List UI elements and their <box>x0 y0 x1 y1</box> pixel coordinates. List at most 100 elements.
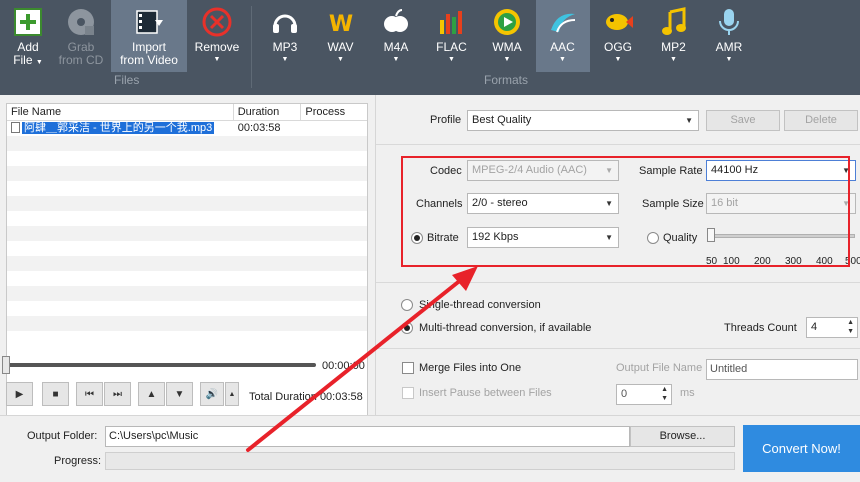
format-wma-button[interactable]: WMA ▼ <box>480 0 534 72</box>
wma-play-icon <box>494 9 520 35</box>
table-row[interactable] <box>7 136 367 151</box>
move-up-button[interactable]: ▲ <box>138 382 165 406</box>
table-row[interactable] <box>7 151 367 166</box>
column-duration[interactable]: Duration <box>234 104 302 120</box>
add-file-button[interactable]: Add File ▼ <box>6 0 50 72</box>
format-label: WAV <box>327 40 354 54</box>
stop-button[interactable]: ■ <box>42 382 69 406</box>
table-row[interactable] <box>7 271 367 286</box>
insert-pause-checkbox[interactable] <box>402 387 414 399</box>
table-row[interactable] <box>7 166 367 181</box>
speaker-icon: 🔊 <box>205 388 219 400</box>
merge-files-label: Merge Files into One <box>419 362 522 374</box>
format-mp2-button[interactable]: MP2 ▼ <box>647 0 701 72</box>
convert-now-button[interactable]: Convert Now! <box>743 425 860 472</box>
merge-files-checkbox[interactable] <box>402 362 414 374</box>
chevron-down-icon: ▼ <box>392 56 400 63</box>
format-aac-button[interactable]: AAC ▼ <box>535 0 590 72</box>
previous-button[interactable]: ⏮ <box>76 382 103 406</box>
files-group-label: Files <box>114 73 140 87</box>
skip-forward-icon: ⏭ <box>113 388 122 400</box>
output-file-name-input[interactable]: Untitled <box>706 359 858 380</box>
format-ogg-button[interactable]: OGG ▼ <box>591 0 645 72</box>
remove-x-icon <box>202 7 232 37</box>
divider <box>376 282 860 283</box>
table-row[interactable] <box>7 226 367 241</box>
spin-up-icon[interactable]: ▲ <box>661 386 668 394</box>
table-row[interactable] <box>7 211 367 226</box>
table-row[interactable] <box>7 301 367 316</box>
import-video-button[interactable]: Import from Video <box>111 0 187 72</box>
output-folder-input[interactable]: C:\Users\pc\Music <box>105 426 630 447</box>
arrow-up-icon: ▲ <box>146 388 157 400</box>
browse-button[interactable]: Browse... <box>630 426 735 447</box>
multi-thread-label: Multi-thread conversion, if available <box>419 322 592 334</box>
delete-profile-button[interactable]: Delete <box>784 110 858 131</box>
table-row[interactable] <box>7 196 367 211</box>
insert-pause-label: Insert Pause between Files <box>419 387 552 399</box>
add-file-label: Add <box>17 40 39 54</box>
table-row[interactable] <box>7 181 367 196</box>
format-wav-button[interactable]: W WAV ▼ <box>314 0 368 72</box>
format-label: FLAC <box>436 40 467 54</box>
move-down-button[interactable]: ▼ <box>166 382 193 406</box>
microphone-icon <box>719 9 739 35</box>
column-process[interactable]: Process <box>301 104 367 120</box>
format-label: WMA <box>492 40 522 54</box>
import-video-label-2: from Video <box>120 53 178 67</box>
play-button[interactable]: ▶ <box>6 382 33 406</box>
cd-icon <box>68 9 94 35</box>
single-thread-radio[interactable] <box>401 299 413 311</box>
next-button[interactable]: ⏭ <box>104 382 131 406</box>
threads-count-spinner[interactable]: 4 ▲ ▼ <box>806 317 858 338</box>
spin-up-icon[interactable]: ▲ <box>847 319 854 327</box>
volume-button[interactable]: 🔊 <box>200 382 224 406</box>
format-flac-button[interactable]: FLAC ▼ <box>425 0 479 72</box>
multi-thread-radio[interactable] <box>401 322 413 334</box>
pause-spinner[interactable]: 0 ▲ ▼ <box>616 384 672 405</box>
table-row[interactable] <box>7 331 367 346</box>
remove-button[interactable]: Remove ▼ <box>192 0 242 72</box>
table-row[interactable] <box>7 241 367 256</box>
cell-process <box>301 121 367 136</box>
grab-cd-button[interactable]: Grab from CD <box>56 0 106 72</box>
volume-up-button[interactable]: ▲ <box>225 382 239 406</box>
music-note-icon <box>661 7 686 35</box>
total-duration-label: Total Duration <box>249 391 317 403</box>
format-m4a-button[interactable]: M4A ▼ <box>369 0 423 72</box>
file-name: 阿肆＿郭采洁 - 世界上的另一个我.mp3 <box>22 122 215 134</box>
single-thread-label: Single-thread conversion <box>419 299 541 311</box>
chevron-down-icon: ▼ <box>448 56 455 63</box>
equalizer-icon <box>439 11 462 34</box>
seek-bar[interactable] <box>6 363 316 367</box>
save-profile-button[interactable]: Save <box>706 110 780 131</box>
total-duration-value: 00:03:58 <box>319 391 363 403</box>
table-row[interactable] <box>7 286 367 301</box>
profile-select[interactable]: Best Quality ▼ <box>467 110 699 131</box>
headphones-icon <box>273 14 297 33</box>
table-row[interactable]: 阿肆＿郭采洁 - 世界上的另一个我.mp3 00:03:58 <box>7 121 367 136</box>
arrow-down-icon: ▼ <box>174 388 185 400</box>
chevron-down-icon: ▼ <box>614 56 622 63</box>
pause-value: 0 <box>621 388 628 400</box>
chevron-down-icon: ▼ <box>281 56 289 63</box>
seek-thumb[interactable] <box>2 356 10 374</box>
chevron-down-icon: ▼ <box>670 56 677 63</box>
column-file-name[interactable]: File Name <box>7 104 234 120</box>
current-time: 00:00:00 <box>322 360 365 372</box>
format-amr-button[interactable]: AMR ▼ <box>702 0 756 72</box>
table-row[interactable] <box>7 256 367 271</box>
remove-label: Remove <box>194 40 240 54</box>
table-row[interactable] <box>7 316 367 331</box>
format-label: M4A <box>383 40 409 54</box>
fish-icon <box>606 14 633 30</box>
format-mp3-button[interactable]: MP3 ▼ <box>258 0 312 72</box>
chevron-down-icon: ▼ <box>725 56 733 63</box>
threads-count-label: Threads Count <box>724 322 797 334</box>
chevron-down-icon: ▼ <box>337 56 344 63</box>
svg-text:W: W <box>328 12 352 37</box>
grab-cd-label-2: from CD <box>58 53 104 67</box>
spin-down-icon[interactable]: ▼ <box>847 328 854 336</box>
spin-down-icon[interactable]: ▼ <box>661 395 668 403</box>
formats-group-label: Formats <box>484 73 529 87</box>
